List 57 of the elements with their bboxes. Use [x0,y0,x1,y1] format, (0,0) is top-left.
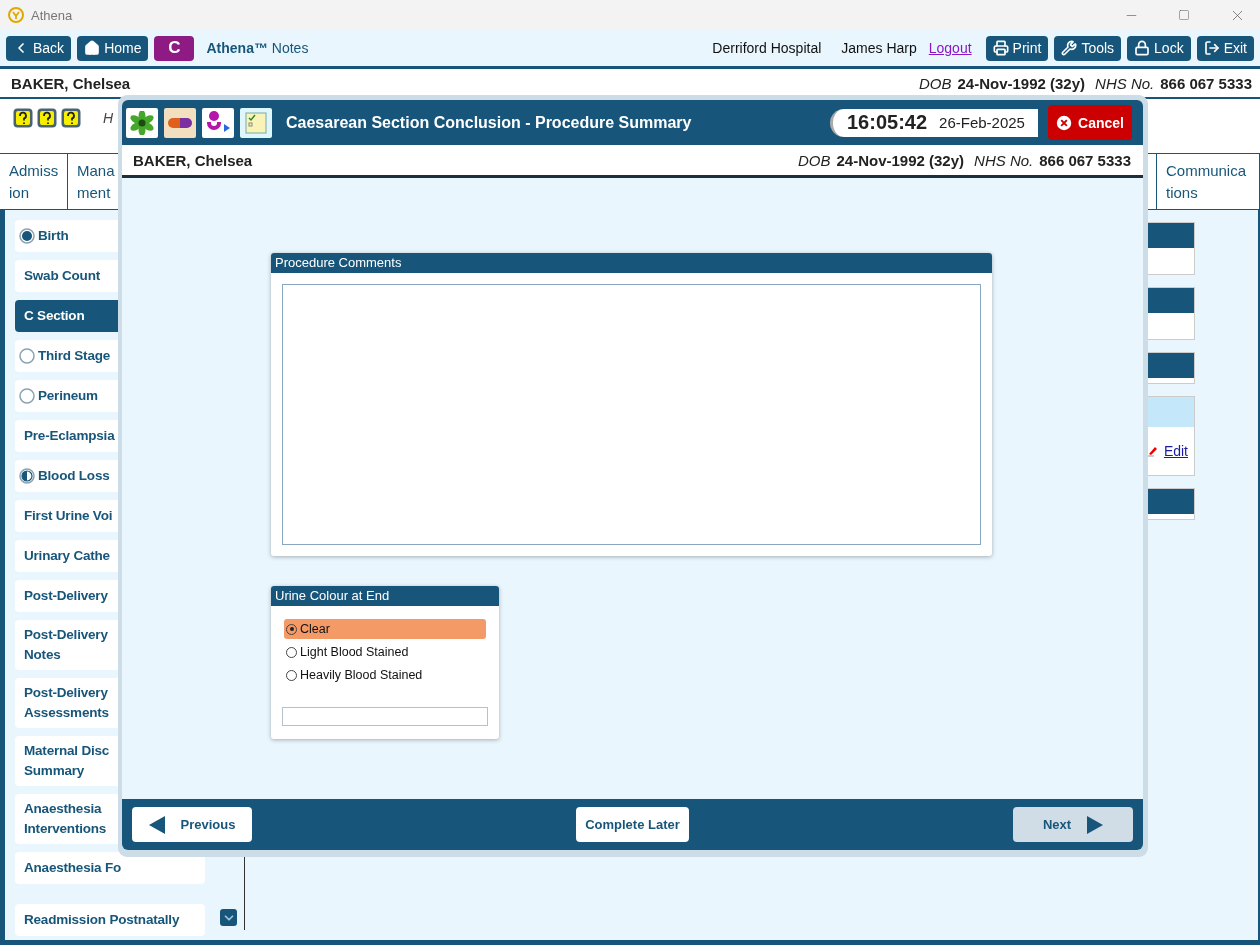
sidebar-item[interactable]: Readmission Postnatally [15,904,205,936]
help-icon[interactable] [61,108,81,128]
radio-option[interactable]: Heavily Blood Stained [284,665,486,685]
input-field[interactable] [282,707,488,726]
logout-link[interactable]: Logout [928,40,972,56]
nav-button[interactable]: Back [6,35,72,61]
card-title: Urine Colour at End [271,586,499,606]
nav-button[interactable]: Home [77,35,149,61]
user-name: James Harp [841,40,917,56]
right-triangle-icon [1087,815,1104,834]
flower-icon[interactable] [126,107,158,138]
exit-icon [1203,40,1220,56]
dialog-title: Caesarean Section Conclusion - Procedure Summary [286,113,693,132]
home-icon [84,40,101,56]
dob-label: DOB [918,74,952,92]
window-title: Athena [31,7,74,23]
radio-option[interactable]: Clear [284,619,486,639]
info-text: H [103,110,114,126]
cancel-button[interactable]: Cancel [1048,105,1132,140]
notepad-icon[interactable] [240,107,272,138]
previous-button[interactable]: Previous [132,807,252,842]
toolbar-button[interactable]: Tools [1054,35,1122,61]
scroll-down-button[interactable] [220,909,237,926]
nhs-label: NHS No. [1095,74,1155,92]
app-badge[interactable]: C [154,35,195,61]
date-of-birth: 24-Nov-1992 (32y) [957,74,1086,92]
patient-name: BAKER, Chelsea [133,151,254,169]
left-triangle-icon [148,815,165,834]
nhs-number: 866 067 5333 [1039,151,1131,169]
toolbar-button[interactable]: Lock [1127,35,1191,61]
nhs-label: NHS No. [974,151,1034,169]
toolbar-button[interactable]: Exit [1196,35,1254,61]
printer-icon [992,40,1009,56]
card-title: Procedure Comments [271,253,992,273]
complete-later-button[interactable]: Complete Later [576,807,689,842]
tools-icon [1061,40,1078,56]
edit-link[interactable]: Edit [1163,443,1188,459]
lock-icon [1134,40,1151,56]
nhs-number: 866 067 5333 [1160,74,1252,92]
section-tab[interactable]: Admiss ion [0,154,68,209]
alert-icon[interactable] [13,108,33,128]
help-icon[interactable] [37,108,57,128]
date-of-birth: 24-Nov-1992 (32y) [836,151,965,169]
comments-field[interactable] [282,283,981,545]
dob-label: DOB [797,151,831,169]
sidebar-item[interactable]: Anaesthesia Fo [15,852,205,884]
app-logo-icon [8,7,24,23]
app-name: Athena™ Notes [206,40,310,56]
time: 16:05:42 [847,111,928,134]
date: 26-Feb-2025 [939,114,1025,131]
hospital-name: Derriford Hospital [712,40,822,56]
toolbar-button[interactable]: Print [985,35,1049,61]
pencil-icon [1146,445,1159,457]
capsule-icon[interactable] [164,107,196,138]
radio-option[interactable]: Light Blood Stained [284,642,486,662]
section-tab[interactable]: Communica tions [1156,154,1260,209]
patient-name: BAKER, Chelsea [11,74,132,92]
